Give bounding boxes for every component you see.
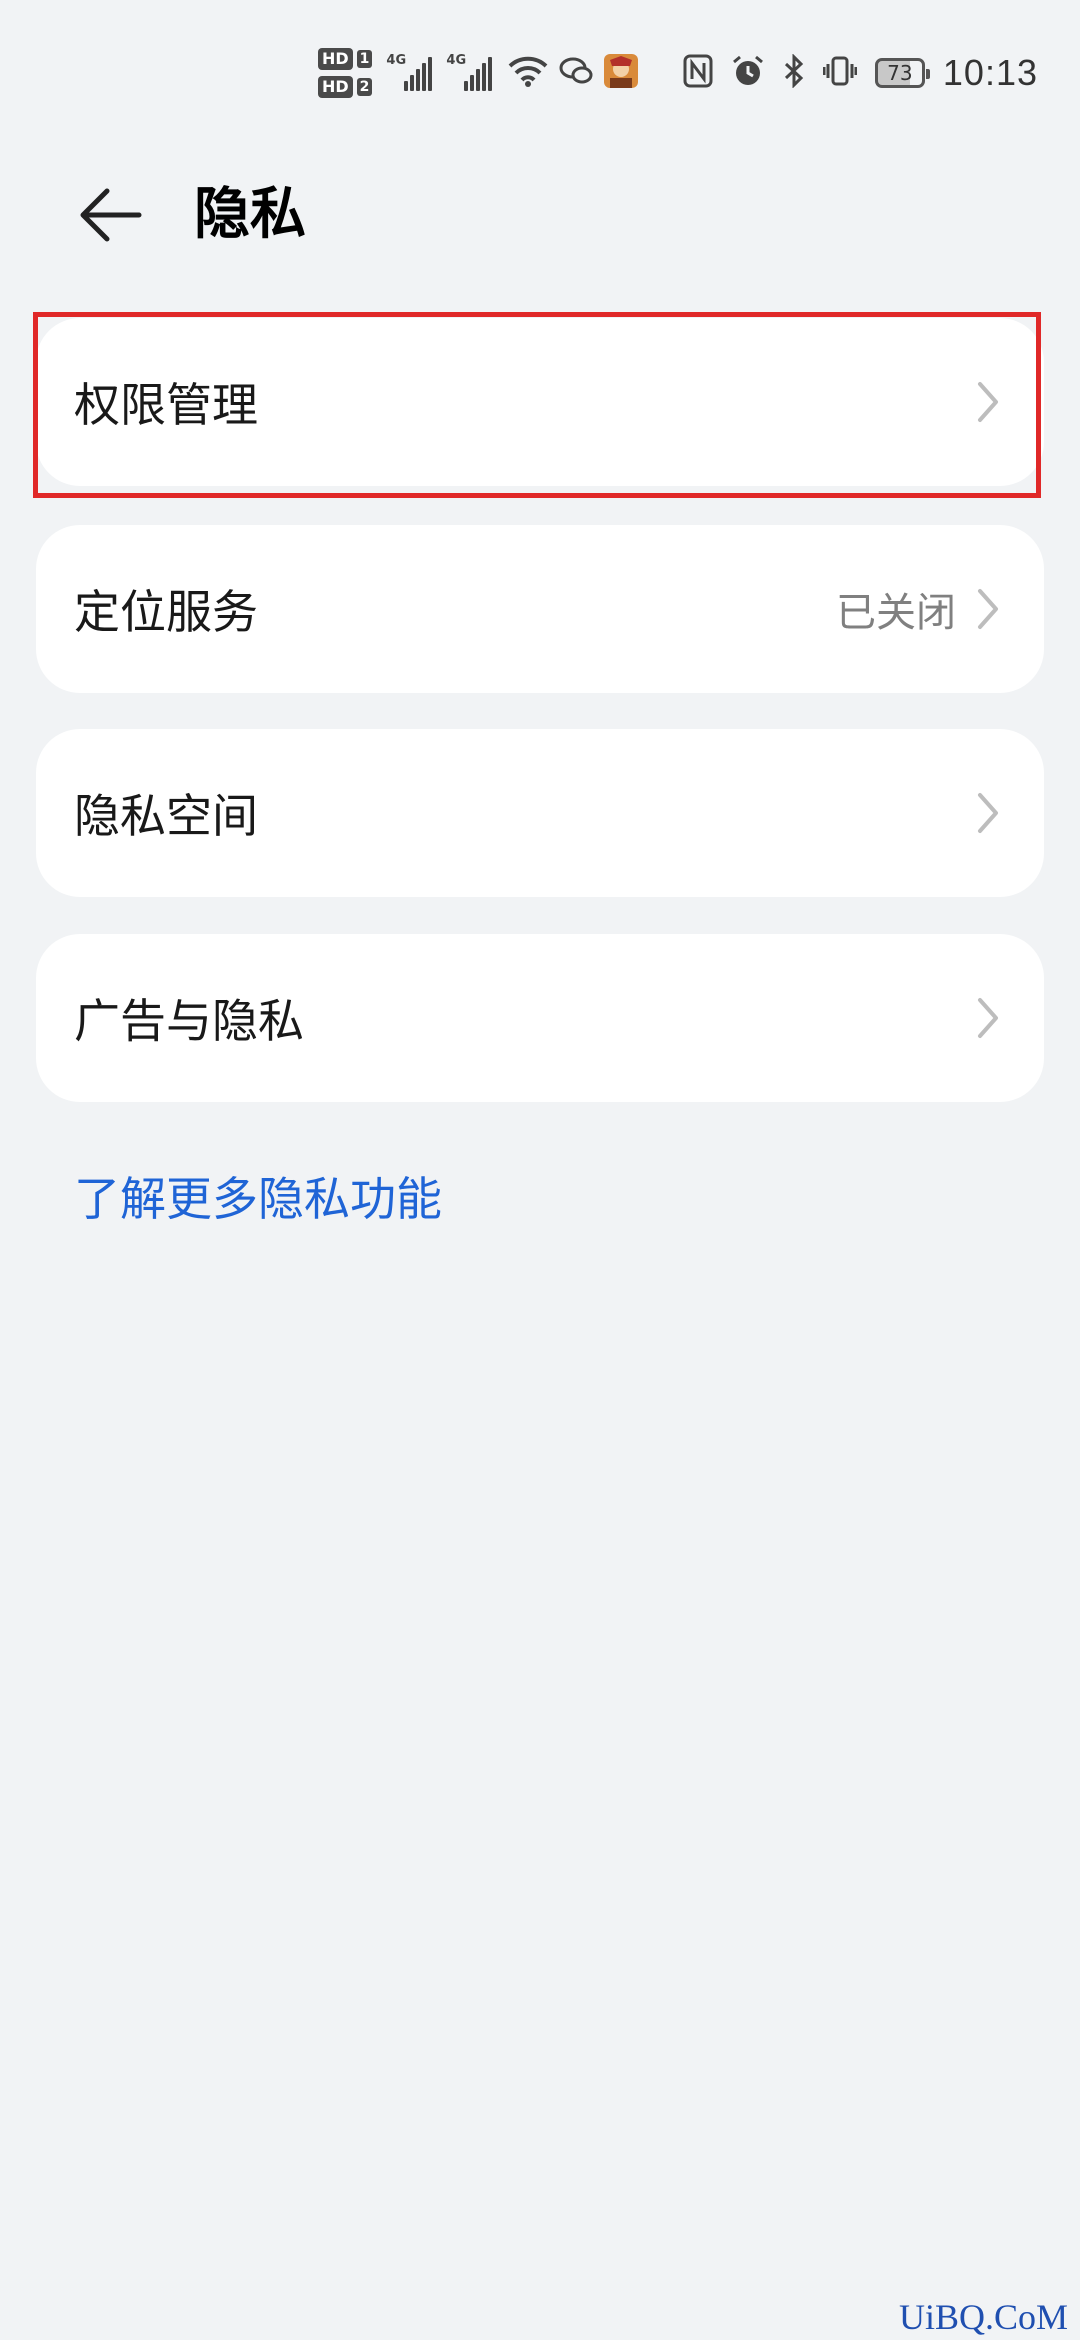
chat-bubble-icon	[558, 55, 594, 91]
hd-label: HD	[318, 48, 353, 70]
chevron-right-icon	[974, 996, 1002, 1040]
hd-label: HD	[318, 76, 353, 98]
back-button[interactable]	[66, 170, 156, 260]
chevron-right-icon	[974, 380, 1002, 424]
network-type: 4G	[446, 53, 467, 68]
sim-number: 2	[356, 78, 373, 96]
status-left: HD 1 HD 2 4G 4G	[318, 48, 639, 98]
page-title: 隐私	[194, 182, 306, 247]
item-label: 定位服务	[74, 585, 258, 639]
private-space-item[interactable]: 隐私空间	[36, 729, 1044, 897]
chevron-right-icon	[974, 791, 1002, 835]
signal-sim1-icon: 4G	[386, 53, 433, 91]
bluetooth-icon	[783, 53, 805, 92]
status-time: 10:13	[942, 52, 1038, 93]
sim-number: 1	[356, 50, 373, 68]
location-service-item[interactable]: 定位服务 已关闭	[36, 525, 1044, 693]
network-type: 4G	[386, 53, 407, 68]
alarm-icon	[731, 54, 765, 92]
watermark: UiBQ.CoM	[898, 2297, 1068, 2337]
learn-more-privacy-link[interactable]: 了解更多隐私功能	[74, 1163, 442, 1229]
ads-privacy-item[interactable]: 广告与隐私	[36, 934, 1044, 1102]
battery-icon: 73	[874, 58, 930, 88]
signal-sim2-icon: 4G	[446, 53, 493, 91]
hd-badge-sim2: HD 2	[318, 76, 373, 98]
back-arrow-icon	[80, 188, 142, 242]
item-label: 广告与隐私	[74, 994, 304, 1048]
item-status: 已关闭	[836, 590, 956, 636]
battery-level: 73	[887, 61, 913, 85]
item-label: 隐私空间	[74, 789, 258, 843]
hd-badge-sim1: HD 1	[318, 48, 373, 70]
hd-indicators: HD 1 HD 2	[318, 48, 373, 98]
status-right: 73 10:13	[683, 52, 1038, 94]
chevron-right-icon	[974, 587, 1002, 631]
app-avatar-icon	[604, 54, 639, 92]
wifi-icon	[508, 54, 548, 92]
item-label: 权限管理	[74, 378, 258, 432]
permission-management-item[interactable]: 权限管理	[36, 318, 1044, 486]
status-bar: HD 1 HD 2 4G 4G 73 10:13	[0, 0, 1080, 150]
nfc-icon	[683, 54, 713, 92]
vibrate-icon	[822, 54, 858, 92]
